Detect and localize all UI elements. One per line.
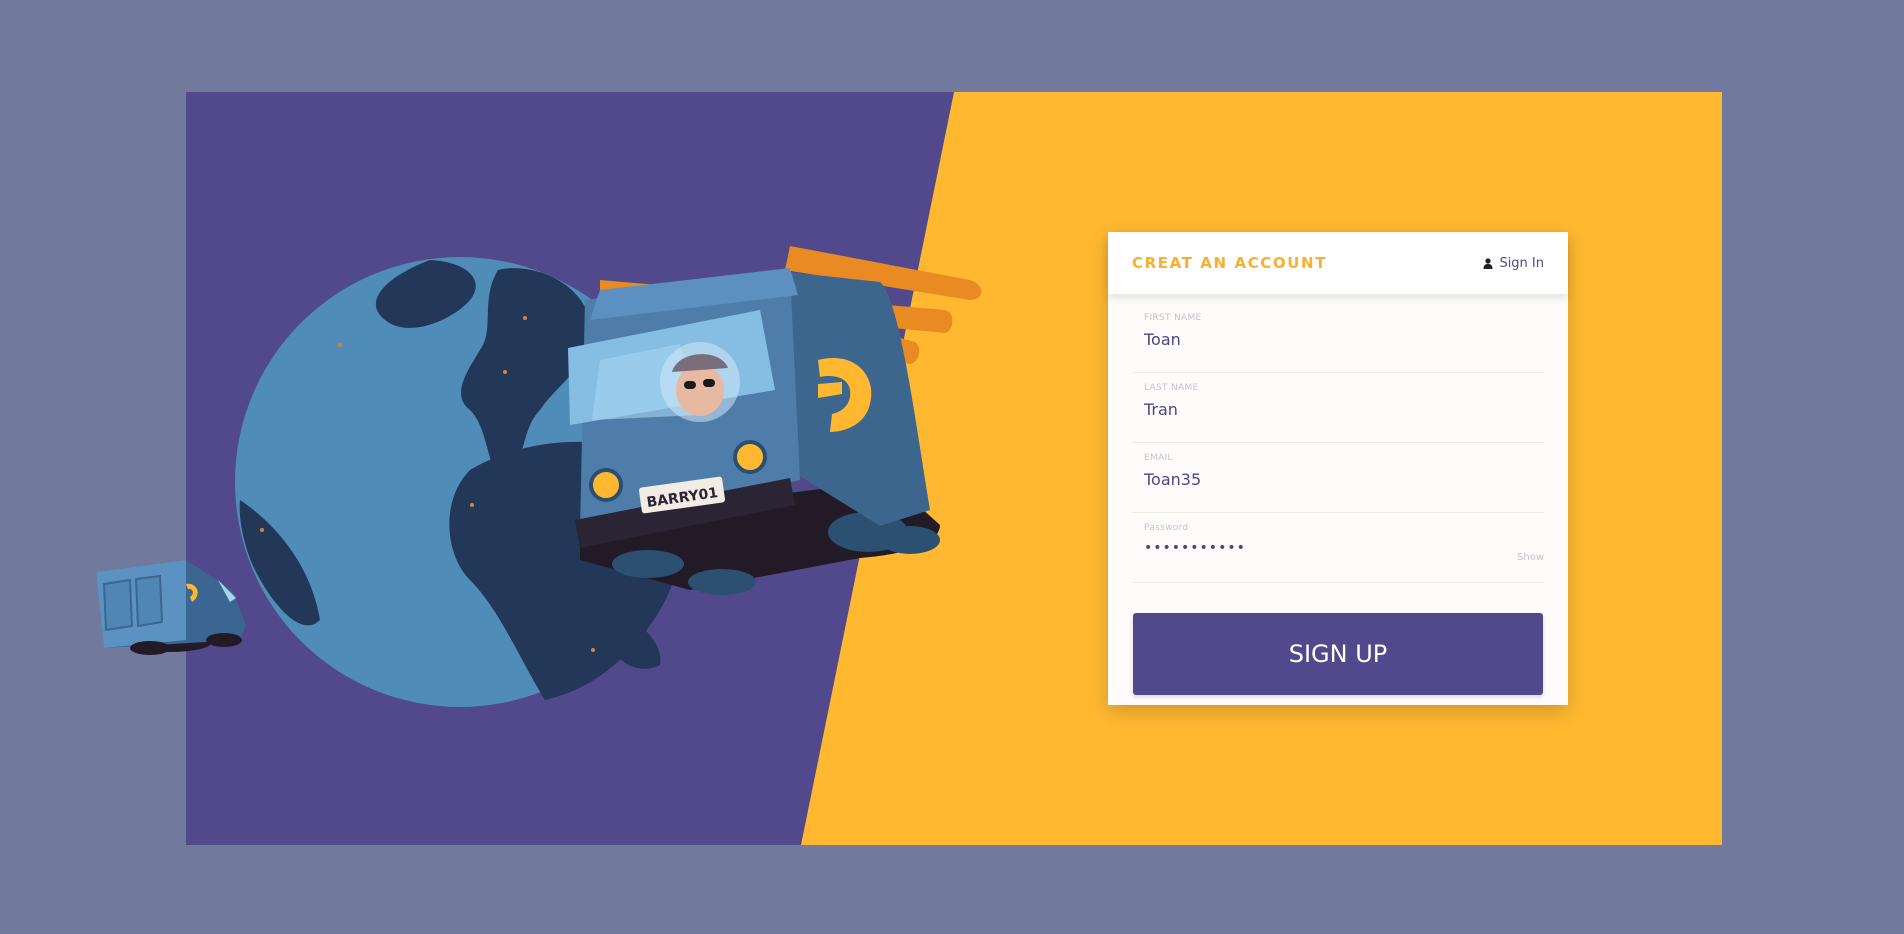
signup-card: CREAT AN ACCOUNT Sign In FIRST NAME LAST… <box>1108 232 1568 705</box>
email-label: EMAIL <box>1144 453 1173 463</box>
email-field: EMAIL <box>1132 452 1544 513</box>
last-name-label: LAST NAME <box>1144 383 1199 393</box>
last-name-input[interactable] <box>1144 394 1532 419</box>
signin-label: Sign In <box>1499 255 1544 271</box>
first-name-input[interactable] <box>1144 324 1532 349</box>
signup-button[interactable]: SIGN UP <box>1133 613 1543 695</box>
email-input[interactable] <box>1144 464 1532 489</box>
signin-link[interactable]: Sign In <box>1483 256 1544 271</box>
first-name-field: FIRST NAME <box>1132 312 1544 373</box>
card-title: CREAT AN ACCOUNT <box>1132 254 1328 272</box>
password-field: Password Show <box>1132 522 1544 583</box>
password-label: Password <box>1144 523 1189 533</box>
user-icon <box>1483 257 1493 269</box>
password-input[interactable] <box>1144 534 1532 556</box>
first-name-label: FIRST NAME <box>1144 313 1202 323</box>
show-password-toggle[interactable]: Show <box>1517 552 1544 563</box>
form-body: FIRST NAME LAST NAME EMAIL Password Show… <box>1108 294 1568 695</box>
card-header: CREAT AN ACCOUNT Sign In <box>1108 232 1568 294</box>
last-name-field: LAST NAME <box>1132 382 1544 443</box>
